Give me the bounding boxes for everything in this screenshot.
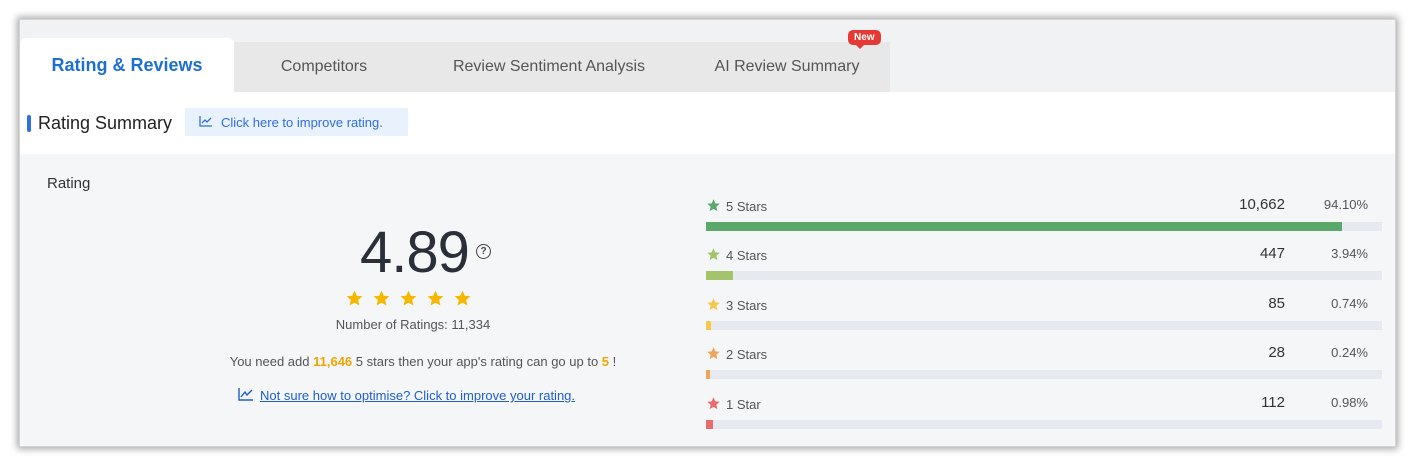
section-accent-bar <box>27 115 31 132</box>
rating-reviews-card: Rating & Reviews Competitors Review Sent… <box>19 19 1396 447</box>
rating-row-percent: 0.98% <box>1331 395 1368 410</box>
rating-row-percent: 0.74% <box>1331 296 1368 311</box>
star-icon <box>427 290 444 306</box>
star-icon <box>346 290 363 306</box>
star-icon <box>373 290 390 306</box>
new-badge: New <box>848 30 881 49</box>
rating-row-count: 28 <box>1268 344 1285 361</box>
rating-goal-count: 11,646 <box>313 354 353 369</box>
improve-rating-label: Click here to improve rating. <box>221 114 383 130</box>
number-of-ratings: Number of Ratings: 11,334 <box>335 317 491 332</box>
rating-row-count: 10,662 <box>1239 196 1285 213</box>
rating-bar-track <box>706 271 1382 280</box>
rating-row-count: 112 <box>1261 394 1285 411</box>
line-chart-icon <box>199 115 213 130</box>
rating-row-5-stars: 5 Stars 10,662 94.10% <box>706 196 1382 238</box>
average-rating-score: 4.89 <box>360 220 470 285</box>
star-icon <box>707 397 720 410</box>
star-icon <box>400 290 417 306</box>
rating-row-count: 85 <box>1268 295 1285 312</box>
rating-summary-header: Rating Summary Click here to improve rat… <box>20 92 1395 154</box>
optimise-rating-link[interactable]: Not sure how to optimise? Click to impro… <box>238 387 575 404</box>
star-icon <box>454 290 471 306</box>
tab-bar: Rating & Reviews Competitors Review Sent… <box>20 20 1395 92</box>
rating-bar-track <box>706 420 1382 429</box>
rating-goal-target: 5 <box>601 354 610 369</box>
rating-summary-title: Rating Summary <box>38 113 173 133</box>
optimise-rating-link-label: Not sure how to optimise? Click to impro… <box>260 388 576 403</box>
star-icon <box>707 298 720 311</box>
line-chart-icon <box>238 387 254 404</box>
rating-bar-fill <box>706 321 711 330</box>
rating-bar-fill <box>706 370 710 379</box>
rating-stars <box>345 289 472 308</box>
rating-row-label: 1 Star <box>726 397 761 412</box>
rating-row-label: 4 Stars <box>726 248 768 263</box>
rating-goal-middle: 5 stars then your app's rating can go up… <box>352 354 602 369</box>
tab-ai-review-summary[interactable]: AI Review Summary <box>684 42 890 92</box>
rating-goal-text: You need add 11,646 5 stars then your ap… <box>80 354 766 369</box>
rating-bar-track <box>706 321 1382 330</box>
rating-row-count: 447 <box>1259 245 1285 262</box>
rating-section-label: Rating <box>47 175 91 192</box>
rating-row-2-stars: 2 Stars 28 0.24% <box>706 344 1382 386</box>
rating-row-label: 2 Stars <box>726 347 768 362</box>
star-icon <box>707 199 720 212</box>
rating-row-4-stars: 4 Stars 447 3.94% <box>706 245 1382 287</box>
rating-row-percent: 0.24% <box>1331 345 1368 360</box>
star-icon <box>707 248 720 261</box>
rating-goal-suffix: ! <box>609 354 617 369</box>
help-icon[interactable]: ? <box>476 244 491 259</box>
rating-row-percent: 94.10% <box>1323 197 1368 212</box>
rating-goal-prefix: You need add <box>229 354 314 369</box>
rating-row-3-stars: 3 Stars 85 0.74% <box>706 295 1382 337</box>
rating-row-percent: 3.94% <box>1331 246 1368 261</box>
rating-bar-fill <box>706 420 713 429</box>
star-icon <box>707 347 720 360</box>
rating-bar-fill <box>706 222 1343 231</box>
rating-row-1-star: 1 Star 112 0.98% <box>706 394 1382 436</box>
rating-bar-fill <box>706 271 733 280</box>
improve-rating-button[interactable]: Click here to improve rating. <box>185 108 408 136</box>
rating-row-label: 3 Stars <box>726 298 768 313</box>
tab-rating-reviews[interactable]: Rating & Reviews <box>20 38 234 92</box>
rating-row-label: 5 Stars <box>726 199 768 214</box>
rating-panel: Rating 4.89 ? Number of Ratings: 11,334 … <box>20 154 1395 446</box>
tab-review-sentiment-analysis[interactable]: Review Sentiment Analysis <box>414 42 684 92</box>
rating-bar-track <box>706 222 1382 231</box>
rating-bar-track <box>706 370 1382 379</box>
tab-competitors[interactable]: Competitors <box>234 42 414 92</box>
